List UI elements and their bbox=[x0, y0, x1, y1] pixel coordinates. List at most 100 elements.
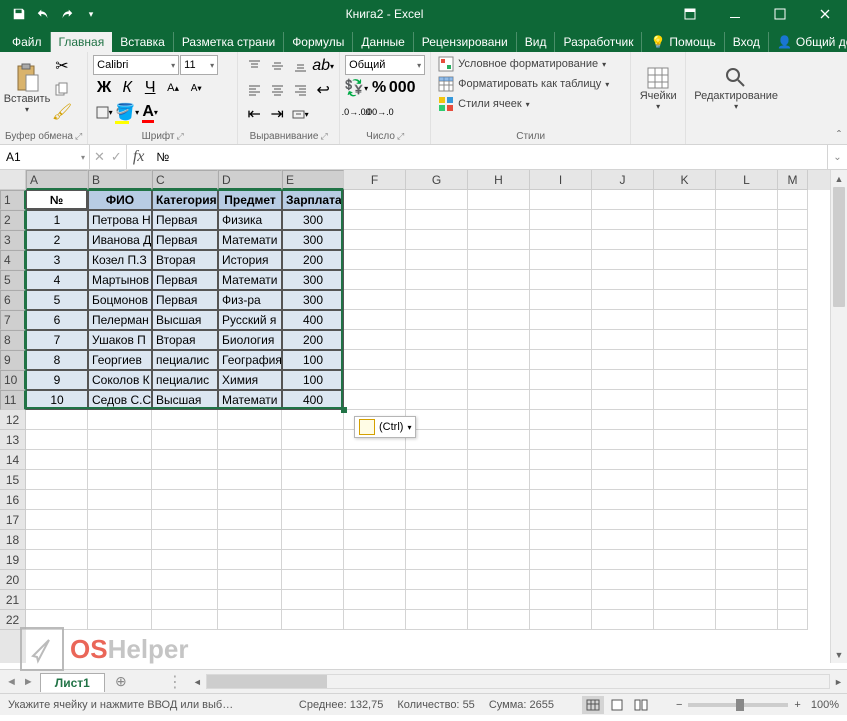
column-header-J[interactable]: J bbox=[592, 170, 654, 190]
format-painter-button[interactable]: 🖌 bbox=[51, 101, 73, 123]
column-header-L[interactable]: L bbox=[716, 170, 778, 190]
cell-D13[interactable] bbox=[218, 430, 282, 450]
cell-D4[interactable]: История bbox=[218, 250, 282, 270]
cell-B12[interactable] bbox=[88, 410, 152, 430]
align-bottom-button[interactable] bbox=[289, 55, 311, 77]
tab-вставка[interactable]: Вставка bbox=[112, 32, 174, 52]
cell-A20[interactable] bbox=[26, 570, 88, 590]
sheet-nav-next[interactable]: ► bbox=[23, 676, 34, 688]
normal-view-button[interactable] bbox=[582, 696, 604, 714]
cell-I11[interactable] bbox=[530, 390, 592, 410]
cell-B8[interactable]: Ушаков П bbox=[88, 330, 152, 350]
cell-K5[interactable] bbox=[654, 270, 716, 290]
align-right-button[interactable] bbox=[289, 79, 311, 101]
cell-D12[interactable] bbox=[218, 410, 282, 430]
cell-H3[interactable] bbox=[468, 230, 530, 250]
cell-L12[interactable] bbox=[716, 410, 778, 430]
copy-button[interactable] bbox=[51, 78, 73, 100]
cell-E21[interactable] bbox=[282, 590, 344, 610]
sheet-nav-prev[interactable]: ◄ bbox=[6, 676, 17, 688]
cell-J22[interactable] bbox=[592, 610, 654, 630]
cell-B15[interactable] bbox=[88, 470, 152, 490]
cell-L10[interactable] bbox=[716, 370, 778, 390]
page-break-view-button[interactable] bbox=[630, 696, 652, 714]
cell-F15[interactable] bbox=[344, 470, 406, 490]
cell-E8[interactable]: 200 bbox=[282, 330, 344, 350]
cell-M10[interactable] bbox=[778, 370, 808, 390]
cell-L6[interactable] bbox=[716, 290, 778, 310]
cell-C14[interactable] bbox=[152, 450, 218, 470]
cell-C4[interactable]: Вторая bbox=[152, 250, 218, 270]
cell-B1[interactable]: ФИО bbox=[88, 190, 152, 210]
vscroll-thumb[interactable] bbox=[833, 187, 845, 307]
cell-G6[interactable] bbox=[406, 290, 468, 310]
cell-F2[interactable] bbox=[344, 210, 406, 230]
hscroll-thumb[interactable] bbox=[207, 675, 327, 688]
tab-разметка страни[interactable]: Разметка страни bbox=[174, 32, 284, 52]
qat-customize-button[interactable]: ▾ bbox=[80, 3, 102, 25]
column-header-C[interactable]: C bbox=[152, 170, 218, 190]
cell-L17[interactable] bbox=[716, 510, 778, 530]
cell-A2[interactable]: 1 bbox=[26, 210, 88, 230]
cell-E10[interactable]: 100 bbox=[282, 370, 344, 390]
comma-button[interactable]: 000 bbox=[391, 77, 413, 99]
zoom-thumb[interactable] bbox=[736, 699, 744, 711]
cell-C1[interactable]: Категория bbox=[152, 190, 218, 210]
cell-B6[interactable]: Боцмонов bbox=[88, 290, 152, 310]
cell-K2[interactable] bbox=[654, 210, 716, 230]
cell-C18[interactable] bbox=[152, 530, 218, 550]
cell-I9[interactable] bbox=[530, 350, 592, 370]
cell-G18[interactable] bbox=[406, 530, 468, 550]
tab-главная[interactable]: Главная bbox=[51, 32, 113, 52]
cell-H15[interactable] bbox=[468, 470, 530, 490]
cell-D7[interactable]: Русский я bbox=[218, 310, 282, 330]
cell-L1[interactable] bbox=[716, 190, 778, 210]
paste-options-button[interactable]: (Ctrl)▾ bbox=[354, 416, 416, 438]
row-header-12[interactable]: 12 bbox=[0, 410, 26, 430]
font-dialog-launcher[interactable]: ⤢ bbox=[177, 131, 184, 142]
cell-H1[interactable] bbox=[468, 190, 530, 210]
cell-D20[interactable] bbox=[218, 570, 282, 590]
row-header-1[interactable]: 1 bbox=[0, 190, 26, 210]
cell-D17[interactable] bbox=[218, 510, 282, 530]
minimize-button[interactable] bbox=[712, 0, 757, 28]
cell-J9[interactable] bbox=[592, 350, 654, 370]
cell-E17[interactable] bbox=[282, 510, 344, 530]
cell-M19[interactable] bbox=[778, 550, 808, 570]
row-header-20[interactable]: 20 bbox=[0, 570, 26, 590]
cell-C8[interactable]: Вторая bbox=[152, 330, 218, 350]
cell-G2[interactable] bbox=[406, 210, 468, 230]
cell-A16[interactable] bbox=[26, 490, 88, 510]
cell-B22[interactable] bbox=[88, 610, 152, 630]
cell-E12[interactable] bbox=[282, 410, 344, 430]
cell-M22[interactable] bbox=[778, 610, 808, 630]
cell-A18[interactable] bbox=[26, 530, 88, 550]
cell-A7[interactable]: 6 bbox=[26, 310, 88, 330]
tab-file[interactable]: Файл bbox=[4, 32, 51, 52]
cell-A8[interactable]: 7 bbox=[26, 330, 88, 350]
cell-I1[interactable] bbox=[530, 190, 592, 210]
cell-C12[interactable] bbox=[152, 410, 218, 430]
cell-D16[interactable] bbox=[218, 490, 282, 510]
row-header-19[interactable]: 19 bbox=[0, 550, 26, 570]
cell-M13[interactable] bbox=[778, 430, 808, 450]
save-button[interactable] bbox=[8, 3, 30, 25]
cell-L22[interactable] bbox=[716, 610, 778, 630]
zoom-in-button[interactable]: + bbox=[794, 699, 800, 711]
cell-H4[interactable] bbox=[468, 250, 530, 270]
cell-E9[interactable]: 100 bbox=[282, 350, 344, 370]
cell-J21[interactable] bbox=[592, 590, 654, 610]
row-header-7[interactable]: 7 bbox=[0, 310, 26, 330]
cell-D6[interactable]: Физ-ра bbox=[218, 290, 282, 310]
cell-B18[interactable] bbox=[88, 530, 152, 550]
cell-J11[interactable] bbox=[592, 390, 654, 410]
paste-button[interactable]: Вставить ▾ bbox=[5, 55, 49, 121]
conditional-formatting-button[interactable]: Условное форматирование▾ bbox=[436, 55, 611, 73]
column-header-I[interactable]: I bbox=[530, 170, 592, 190]
column-header-E[interactable]: E bbox=[282, 170, 344, 190]
cell-K10[interactable] bbox=[654, 370, 716, 390]
cell-I17[interactable] bbox=[530, 510, 592, 530]
cell-L3[interactable] bbox=[716, 230, 778, 250]
row-header-6[interactable]: 6 bbox=[0, 290, 26, 310]
cell-G4[interactable] bbox=[406, 250, 468, 270]
